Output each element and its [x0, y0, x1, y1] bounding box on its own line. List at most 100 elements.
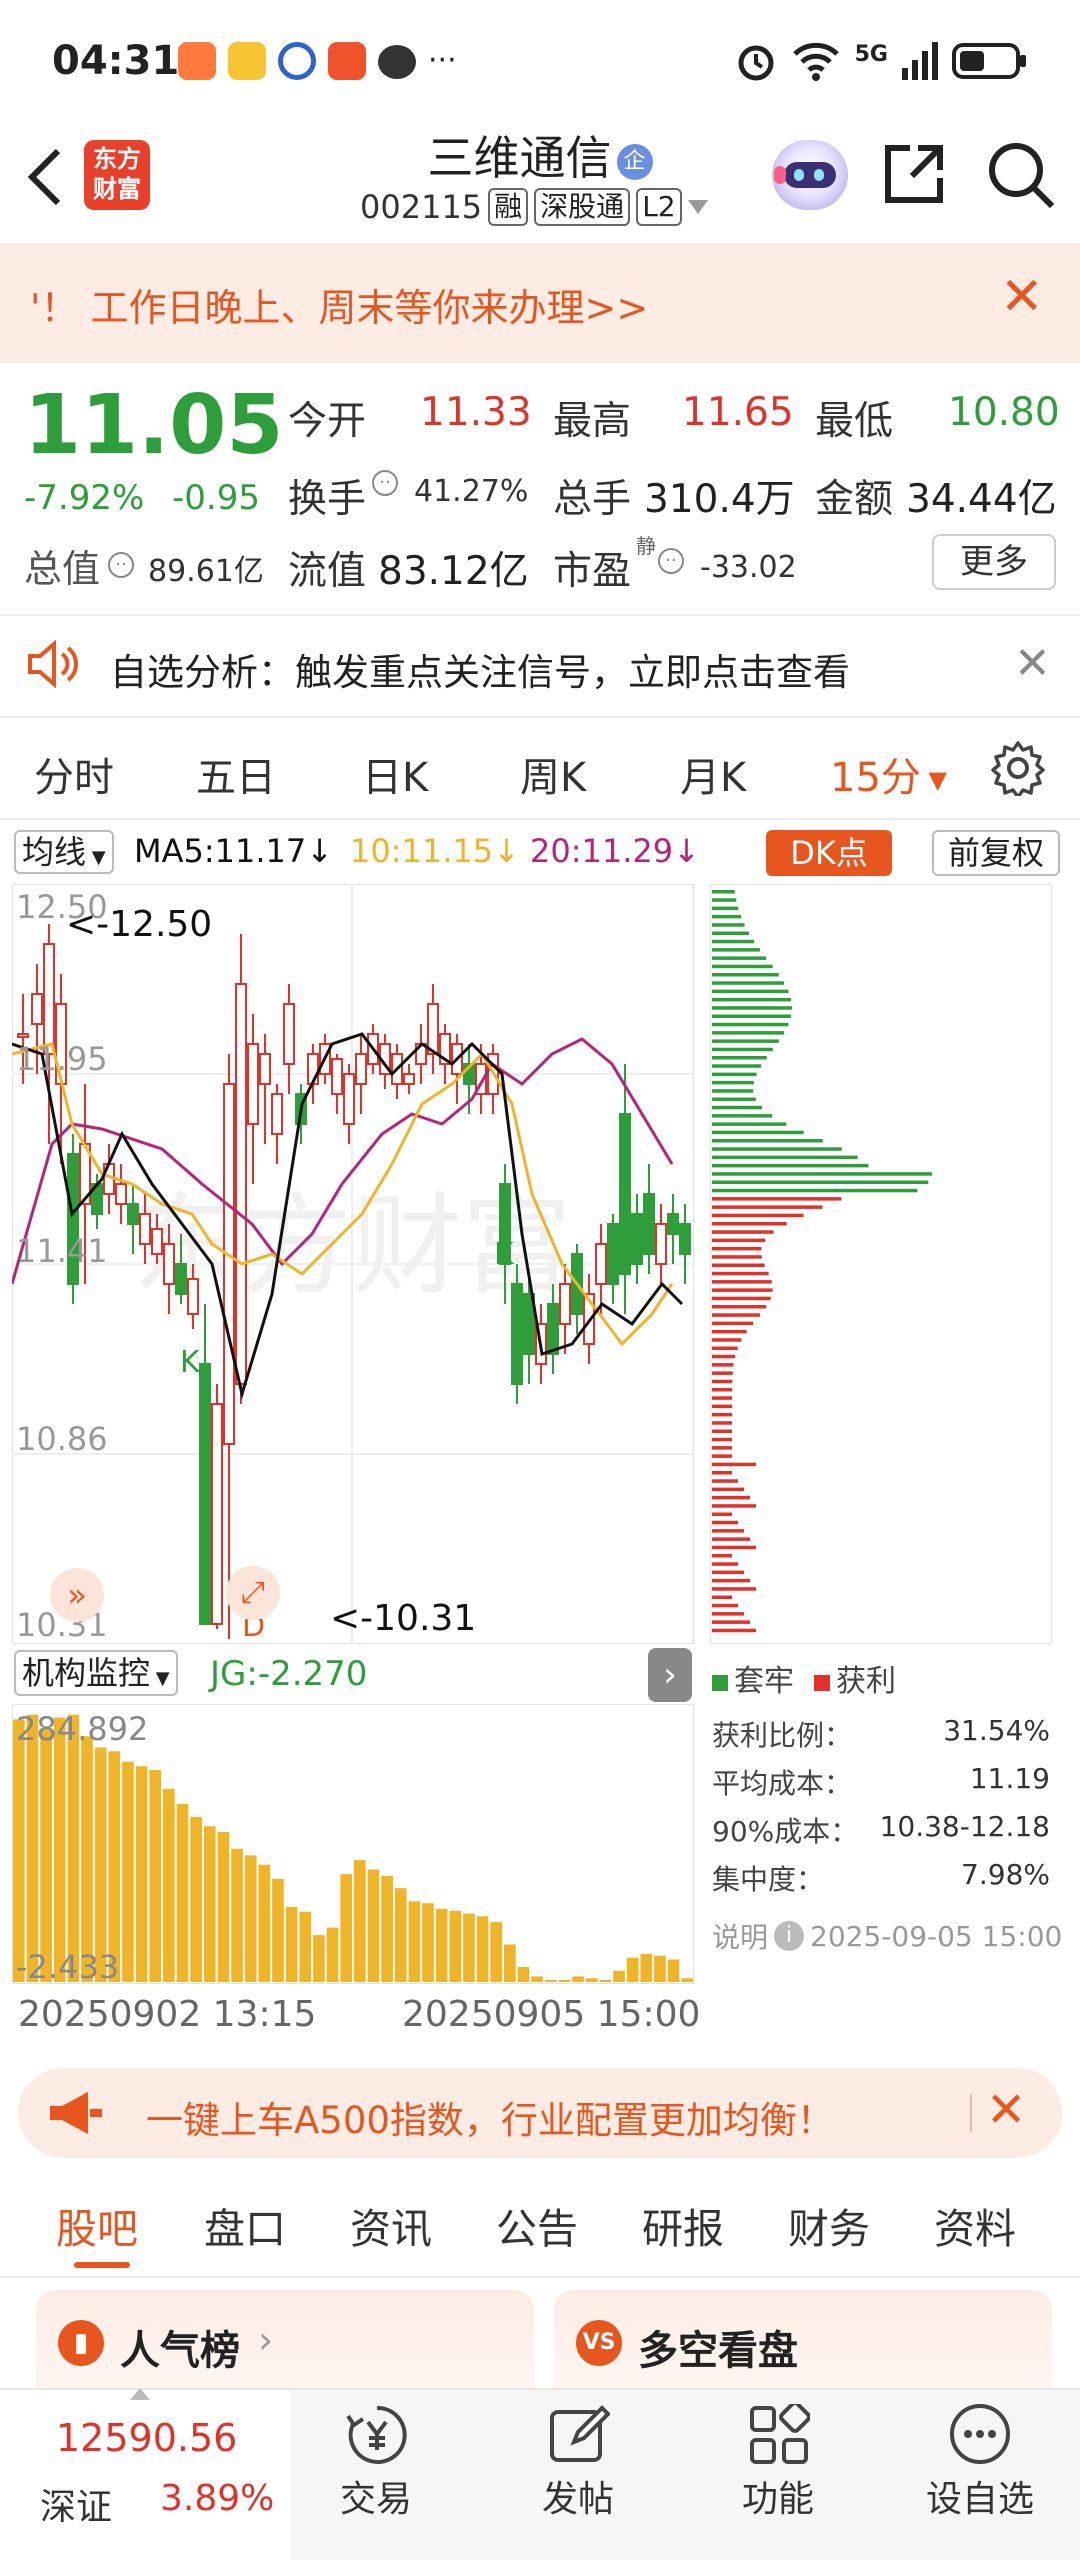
more-button[interactable]: 更多 — [932, 534, 1056, 590]
indicator-bar — [94, 1747, 107, 1982]
tab-intraday[interactable]: 分时 — [34, 745, 114, 803]
indicator-bar — [81, 1736, 93, 1982]
chip-bar — [712, 1612, 744, 1616]
analysis-close-icon[interactable]: ✕ — [1014, 638, 1051, 689]
candle-body — [667, 1213, 679, 1235]
dropdown-triangle-icon[interactable] — [687, 200, 708, 214]
chip-bar — [712, 1022, 789, 1027]
chip-bar — [712, 1620, 750, 1624]
tab-guba[interactable]: 股吧 — [56, 2195, 138, 2255]
vs-icon: VS — [576, 2320, 622, 2366]
fullscreen-button[interactable]: ⤢ — [226, 1566, 280, 1620]
chip-bar — [712, 1354, 736, 1359]
candle-body — [163, 1243, 175, 1285]
info-icon[interactable]: ·· — [658, 548, 684, 574]
info-icon[interactable]: ·· — [108, 552, 134, 578]
indicator-bar — [490, 1921, 503, 1982]
float-label: 流值 — [288, 549, 367, 594]
chip-bar — [712, 1587, 756, 1591]
popular-card-title: 人气榜 — [120, 2328, 240, 2374]
search-icon[interactable] — [986, 140, 1056, 210]
robot-avatar-icon[interactable] — [772, 140, 848, 210]
chip-bar — [712, 1462, 756, 1467]
indicator-bar — [135, 1766, 148, 1982]
down-arrow-icon: ↓ — [493, 832, 520, 870]
candle-body — [547, 1303, 559, 1355]
analysis-text[interactable]: 自选分析：触发重点关注信号，立即点击查看 — [110, 642, 850, 696]
chip-bar — [712, 1197, 842, 1201]
blue-app-icon — [278, 42, 316, 80]
promo-close-icon[interactable]: ✕ — [986, 2082, 1026, 2138]
promo-banner[interactable]: 一键上车A500指数，行业配置更加均衡！ ✕ — [18, 2068, 1062, 2158]
notice-bar[interactable]: '！ 工作日晚上、周末等你来办理>> ✕ — [0, 243, 1080, 363]
indicator-bar — [476, 1916, 489, 1982]
ma20-value: 20:11.29↓ — [530, 832, 700, 870]
indicator-bar — [149, 1770, 162, 1982]
notice-close-icon[interactable]: ✕ — [1000, 267, 1044, 327]
candle-body — [211, 1403, 223, 1625]
settings-gear-icon[interactable] — [990, 740, 1046, 796]
indicator-bar — [585, 1978, 598, 1982]
chip-bar — [712, 1064, 762, 1068]
candle-body — [175, 1263, 187, 1295]
index-change: 3.89% — [160, 2478, 275, 2519]
tab-five-day[interactable]: 五日 — [196, 745, 276, 803]
chevron-down-icon: ▼ — [86, 847, 106, 868]
chip-bar — [712, 1396, 733, 1400]
amount-value: 34.44亿 — [906, 477, 1057, 522]
tab-news[interactable]: 资讯 — [350, 2195, 432, 2255]
tab-daily-k[interactable]: 日K — [362, 745, 428, 803]
ma-selector[interactable]: 均线 ▼ — [14, 830, 114, 874]
info-icon[interactable]: ·· — [372, 470, 398, 496]
down-arrow-icon: ↓ — [306, 832, 334, 870]
tab-weekly-k[interactable]: 周K — [520, 745, 586, 803]
chip-bar — [712, 1222, 787, 1226]
kline-y-tick: 10.86 — [16, 1420, 108, 1458]
expand-left-button[interactable]: » — [50, 1568, 104, 1622]
chip-bar — [712, 1296, 771, 1301]
chip-bar — [712, 890, 735, 894]
time-axis-start: 20250902 13:15 — [18, 1994, 317, 2035]
profit-ratio-value: 31.54% — [943, 1714, 1050, 1747]
index-widget[interactable]: 12590.56 深证 3.89% — [0, 2388, 290, 2560]
share-icon[interactable] — [882, 142, 946, 206]
indicator-expand-button[interactable]: › — [648, 1648, 692, 1702]
chip-bar — [712, 1338, 742, 1342]
chip-bar — [712, 1080, 754, 1085]
chip-bar — [712, 1437, 733, 1442]
stock-subtitle: 002115 融 深股通 L2 — [360, 188, 708, 226]
tab-15min[interactable]: 15分 ▼ — [830, 745, 947, 803]
dk-point-button[interactable]: DK点 — [766, 830, 892, 876]
tab-orderbook[interactable]: 盘口 — [204, 2195, 286, 2255]
nav-function[interactable]: 功能 — [698, 2470, 858, 2522]
kline-chart[interactable]: 东方财富 K K D — [12, 884, 694, 1644]
tab-monthly-k[interactable]: 月K — [680, 745, 746, 803]
chip-note[interactable]: 说明 i 2025-09-05 15:00 — [712, 1916, 1062, 1956]
chip-bar — [712, 1188, 918, 1193]
nav-post[interactable]: 发帖 — [498, 2470, 658, 2522]
chip-bar — [712, 1363, 734, 1367]
indicator-bar — [190, 1816, 202, 1982]
chip-legend: 套牢 获利 — [712, 1656, 896, 1700]
chip-bar — [712, 1105, 762, 1110]
indicator-selector[interactable]: 机构监控 ▼ — [14, 1650, 178, 1696]
last-price: 11.05 — [24, 378, 284, 473]
tab-profile[interactable]: 资料 — [934, 2195, 1016, 2255]
candle-body — [199, 1363, 211, 1625]
indicator-bar — [354, 1860, 366, 1982]
chip-bar — [712, 1122, 787, 1126]
tab-research[interactable]: 研报 — [642, 2195, 724, 2255]
tab-announcements[interactable]: 公告 — [496, 2195, 578, 2255]
adjust-button[interactable]: 前复权 — [932, 830, 1060, 876]
tab-financials[interactable]: 财务 — [788, 2195, 870, 2255]
tab-15min-label: 15分 — [830, 755, 921, 801]
chip-bar — [712, 1412, 733, 1417]
candle-body — [259, 1053, 271, 1085]
chip-bar — [712, 1313, 760, 1317]
candle-body — [115, 1183, 127, 1205]
candle-body — [631, 1213, 643, 1265]
nav-watchlist[interactable]: 设自选 — [900, 2470, 1060, 2522]
float-value: 83.12亿 — [378, 549, 529, 594]
chip-bar — [712, 1039, 779, 1043]
nav-trade[interactable]: 交易 — [296, 2470, 456, 2522]
